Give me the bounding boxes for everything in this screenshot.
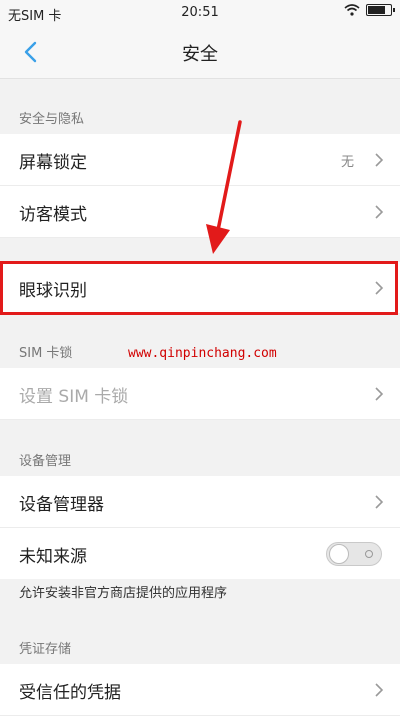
guest-mode-label: 访客模式 <box>19 205 87 225</box>
chevron-right-icon <box>375 683 384 697</box>
wifi-icon <box>344 4 360 16</box>
unknown-sources-row: 未知来源 <box>0 528 400 580</box>
toggle-knob <box>329 544 349 564</box>
toggle-off-icon <box>365 550 373 558</box>
battery-fill <box>368 6 385 14</box>
device-admin-label: 设备管理器 <box>19 495 104 515</box>
set-sim-lock-label: 设置 SIM 卡锁 <box>19 387 129 407</box>
status-icons <box>344 4 395 16</box>
battery-icon <box>366 4 395 16</box>
trusted-credentials-label: 受信任的凭据 <box>19 683 121 703</box>
trusted-credentials-row[interactable]: 受信任的凭据 <box>0 664 400 716</box>
section-header-privacy: 安全与隐私 <box>19 112 85 127</box>
set-sim-lock-row[interactable]: 设置 SIM 卡锁 <box>0 368 400 420</box>
status-bar: 无SIM 卡 20:51 <box>0 0 400 26</box>
unknown-sources-hint: 允许安装非官方商店提供的应用程序 <box>0 579 400 609</box>
unknown-sources-toggle[interactable] <box>326 542 382 566</box>
eye-recognition-row[interactable]: 眼球识别 <box>0 262 400 314</box>
eye-recognition-label: 眼球识别 <box>19 281 87 301</box>
chevron-right-icon <box>375 495 384 509</box>
chevron-right-icon <box>375 281 384 295</box>
screen-lock-label: 屏幕锁定 <box>19 153 87 173</box>
section-header-credentials: 凭证存储 <box>19 642 72 657</box>
unknown-sources-label: 未知来源 <box>19 547 87 567</box>
watermark-text: www.qinpinchang.com <box>128 346 277 361</box>
clock: 20:51 <box>181 5 219 20</box>
device-admin-row[interactable]: 设备管理器 <box>0 476 400 528</box>
chevron-right-icon <box>375 153 384 167</box>
chevron-right-icon <box>375 387 384 401</box>
guest-mode-row[interactable]: 访客模式 <box>0 186 400 238</box>
nav-bar: 安全 <box>0 26 400 79</box>
section-header-device: 设备管理 <box>19 454 72 469</box>
chevron-right-icon <box>375 205 384 219</box>
screen-lock-value: 无 <box>340 155 354 170</box>
page-title: 安全 <box>182 44 218 65</box>
screen-lock-row[interactable]: 屏幕锁定 无 <box>0 134 400 186</box>
